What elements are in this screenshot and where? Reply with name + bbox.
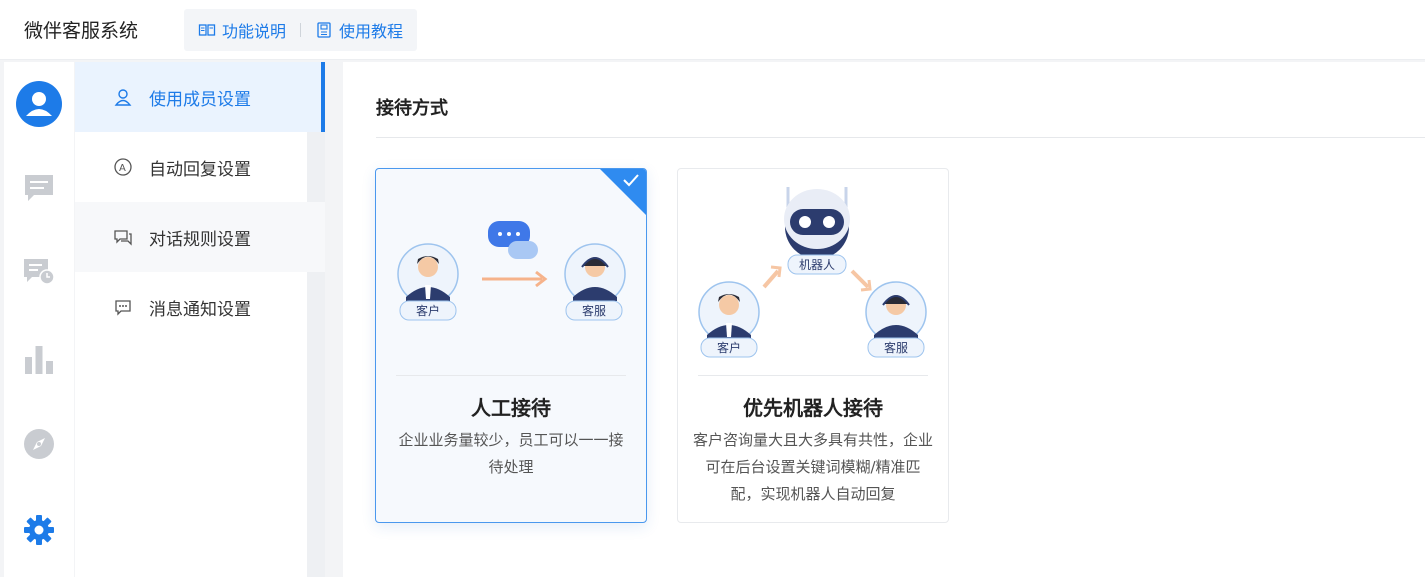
menu-item-label: 自动回复设置: [149, 159, 251, 180]
app-title: 微伴客服系统: [24, 20, 139, 42]
feature-intro-link[interactable]: 功能说明: [198, 18, 286, 42]
tutorial-link[interactable]: 使用教程: [315, 18, 403, 42]
card-description: 企业业务量较少，员工可以一一接待处理: [398, 431, 624, 476]
icon-rail: [4, 62, 74, 577]
card-title: 人工接待: [471, 396, 551, 420]
card-divider: [698, 375, 928, 376]
svg-text:A: A: [119, 163, 126, 174]
menu-item-label: 消息通知设置: [149, 299, 251, 320]
menu-item-notification[interactable]: 消息通知设置: [75, 272, 325, 342]
card-manual-reception[interactable]: 客户 客服 人工接待 企业业务量较少，员工可以一一接待处理: [375, 168, 647, 523]
service-label: 客服: [884, 340, 908, 355]
customer-label: 客户: [416, 303, 440, 318]
rail-chat-history[interactable]: [15, 248, 63, 296]
menu-item-chat-rules[interactable]: 对话规则设置: [75, 202, 325, 272]
card-title: 优先机器人接待: [743, 396, 883, 420]
auto-reply-icon: A: [114, 158, 132, 176]
checkmark-icon: [623, 174, 639, 187]
gear-icon: [24, 515, 54, 545]
message-icon: [115, 300, 131, 316]
card-divider: [396, 375, 626, 376]
card-robot-reception[interactable]: 机器人 客户 客服 优先机器人接待 客户咨询量大且大多具有共性，企业可在后台设置…: [677, 168, 949, 523]
chat-history-icon: [24, 259, 55, 285]
service-label: 客服: [582, 303, 606, 318]
card-description: 客户咨询量大且大多具有共性，企业可在后台设置关键词模糊/精准匹配，实现机器人自动…: [692, 431, 933, 503]
menu-item-label: 对话规则设置: [149, 229, 251, 250]
rail-settings[interactable]: [15, 506, 63, 554]
menu-item-member-settings[interactable]: 使用成员设置: [75, 62, 325, 132]
rail-chat[interactable]: [15, 164, 63, 212]
feature-intro-label: 功能说明: [222, 21, 287, 41]
user-icon: [16, 81, 62, 127]
rail-user[interactable]: [15, 80, 63, 128]
rail-explore[interactable]: [15, 420, 63, 468]
rail-statistics[interactable]: [15, 336, 63, 384]
header-links: 功能说明 使用教程: [184, 8, 418, 51]
menu-item-label: 使用成员设置: [149, 89, 251, 110]
compass-icon: [24, 429, 54, 459]
user-outline-icon: [114, 89, 132, 106]
book-icon: [198, 23, 216, 36]
section-divider: [376, 137, 1425, 138]
customer-label: 客户: [717, 340, 741, 355]
top-header: 微伴客服系统 功能说明 使用教程: [0, 0, 1425, 60]
chat-rules-icon: [114, 230, 132, 246]
document-icon: [317, 21, 331, 38]
robot-reception-illustration: 机器人 客户 客服: [698, 187, 927, 358]
bar-chart-icon: [25, 346, 53, 374]
chat-icon: [25, 175, 53, 201]
header-divider: [300, 22, 302, 37]
section-title: 接待方式: [376, 98, 448, 119]
main-content: 接待方式 客户 客服 人工接待 企业业务量较少，员工可以一一接待处理 机器人 客…: [343, 62, 1425, 577]
menu-item-auto-reply[interactable]: A 自动回复设置: [75, 132, 325, 202]
settings-submenu: 使用成员设置 A 自动回复设置 对话规则设置 消息通知设置: [75, 62, 325, 577]
robot-label: 机器人: [799, 258, 835, 272]
tutorial-label: 使用教程: [339, 21, 404, 41]
